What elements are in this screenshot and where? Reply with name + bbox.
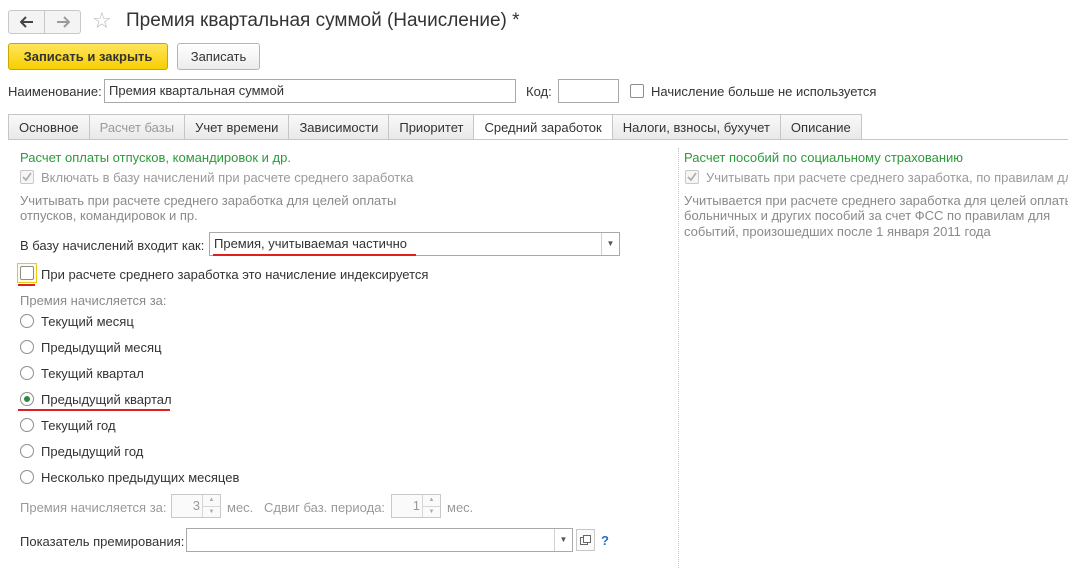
radio-several-months[interactable] — [20, 470, 34, 484]
save-button[interactable]: Записать — [177, 43, 260, 70]
stepper-arrows[interactable]: ▲ ▼ — [422, 495, 440, 517]
arrow-right-icon — [56, 16, 70, 28]
social-hint-line1: Учитывается при расчете среднего заработ… — [684, 193, 1068, 208]
arrow-left-icon — [19, 16, 33, 28]
chevron-down-icon[interactable]: ▼ — [203, 506, 220, 517]
tab-average-earnings[interactable]: Средний заработок — [473, 114, 612, 140]
tab-time-accounting[interactable]: Учет времени — [184, 114, 289, 140]
radio-previous-year[interactable] — [20, 444, 34, 458]
radio-selected-dot — [24, 396, 30, 402]
tab-bar: Основное Расчет базы Учет времени Зависи… — [8, 114, 862, 140]
stepper-arrows[interactable]: ▲ ▼ — [202, 495, 220, 517]
open-form-icon — [580, 534, 591, 545]
months-label: Премия начисляется за: — [20, 500, 167, 515]
months-value: 3 — [192, 498, 200, 513]
save-and-close-button[interactable]: Записать и закрыть — [8, 43, 168, 70]
include-label: Включать в базу начислений при расчете с… — [41, 170, 414, 185]
tab-base-calculation[interactable]: Расчет базы — [88, 114, 185, 140]
chevron-down-icon[interactable]: ▼ — [423, 506, 440, 517]
annotation-underline — [18, 409, 170, 411]
tab-description[interactable]: Описание — [779, 114, 862, 140]
shift-label: Сдвиг баз. периода: — [264, 500, 386, 515]
shift-stepper[interactable]: 1 ▲ ▼ — [391, 494, 441, 518]
radio-current-quarter[interactable] — [20, 366, 34, 380]
open-button[interactable] — [576, 529, 595, 551]
indexed-label: При расчете среднего заработка это начис… — [41, 267, 429, 282]
annotation-underline — [18, 284, 35, 286]
base-select-value: Премия, учитываемая частично — [214, 236, 408, 251]
annotation-underline — [213, 254, 416, 256]
name-input[interactable]: Премия квартальная суммой — [104, 79, 516, 103]
base-select[interactable]: Премия, учитываемая частично ▼ — [209, 232, 620, 256]
indicator-select[interactable]: ▼ — [186, 528, 573, 552]
radio-label: Предыдущий год — [41, 444, 144, 459]
radio-label: Текущий квартал — [41, 366, 144, 381]
consider-checkbox[interactable] — [685, 170, 699, 184]
unused-label: Начисление больше не используется — [651, 84, 877, 99]
radio-label: Текущий год — [41, 418, 116, 433]
shift-unit: мес. — [447, 500, 474, 515]
tab-main[interactable]: Основное — [8, 114, 89, 140]
radio-previous-quarter[interactable] — [20, 392, 34, 406]
forward-button[interactable] — [44, 11, 80, 33]
indicator-label: Показатель премирования: — [20, 534, 185, 549]
code-input[interactable] — [558, 79, 619, 103]
vacation-hint-line2: отпусков, командировок и пр. — [20, 208, 198, 223]
chevron-up-icon[interactable]: ▲ — [203, 495, 220, 506]
help-icon[interactable]: ? — [601, 533, 609, 549]
checkmark-icon — [22, 172, 32, 182]
name-label: Наименование: — [8, 84, 102, 99]
months-unit: мес. — [227, 500, 254, 515]
period-label: Премия начисляется за: — [20, 293, 167, 308]
column-separator — [678, 148, 679, 568]
chevron-up-icon[interactable]: ▲ — [423, 495, 440, 506]
consider-label: Учитывать при расчете среднего заработка… — [706, 170, 1068, 185]
social-hint-line3: событий, произошедших после 1 января 201… — [684, 224, 991, 239]
chevron-down-icon[interactable]: ▼ — [554, 529, 572, 551]
tab-priority[interactable]: Приоритет — [388, 114, 474, 140]
back-button[interactable] — [9, 11, 44, 33]
radio-previous-month[interactable] — [20, 340, 34, 354]
tab-taxes[interactable]: Налоги, взносы, бухучет — [611, 114, 780, 140]
vacation-section-title: Расчет оплаты отпусков, командировок и д… — [20, 150, 291, 165]
unused-checkbox[interactable] — [630, 84, 644, 98]
chevron-down-icon[interactable]: ▼ — [601, 233, 619, 255]
checkmark-icon — [687, 172, 697, 182]
include-checkbox[interactable] — [20, 170, 34, 184]
tab-dependencies[interactable]: Зависимости — [288, 114, 389, 140]
radio-label: Текущий месяц — [41, 314, 134, 329]
star-icon[interactable]: ☆ — [92, 8, 112, 34]
social-hint-line2: больничных и других пособий за счет ФСС … — [684, 208, 1051, 223]
radio-label: Предыдущий месяц — [41, 340, 162, 355]
months-stepper[interactable]: 3 ▲ ▼ — [171, 494, 221, 518]
indexed-checkbox[interactable] — [20, 266, 34, 280]
tab-divider — [8, 139, 1068, 140]
vacation-hint-line1: Учитывать при расчете среднего заработка… — [20, 193, 397, 208]
radio-current-month[interactable] — [20, 314, 34, 328]
base-label: В базу начислений входит как: — [20, 238, 205, 253]
code-label: Код: — [526, 84, 552, 99]
radio-label: Предыдущий квартал — [41, 392, 172, 407]
navigation-buttons — [8, 10, 81, 34]
social-section-title: Расчет пособий по социальному страховани… — [684, 150, 964, 165]
page-title: Премия квартальная суммой (Начисление) * — [126, 10, 520, 31]
radio-current-year[interactable] — [20, 418, 34, 432]
radio-label: Несколько предыдущих месяцев — [41, 470, 240, 485]
shift-value: 1 — [412, 498, 420, 513]
